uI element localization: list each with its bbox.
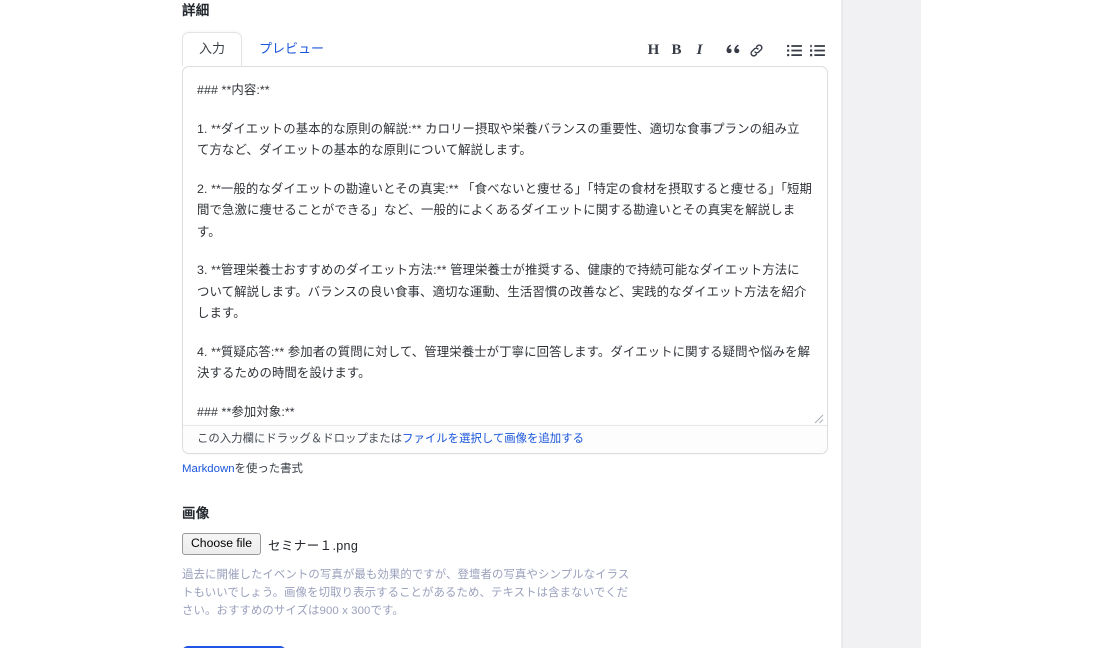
bold-icon[interactable]: B: [665, 39, 688, 61]
select-file-link[interactable]: ファイルを選択して画像を追加する: [402, 433, 584, 445]
link-icon[interactable]: [745, 39, 768, 61]
editor-header: 入力 プレビュー H B I: [182, 32, 830, 66]
image-field-label: 画像: [182, 506, 210, 521]
ordered-list-icon[interactable]: [806, 39, 829, 61]
image-section: 画像 Choose file セミナー１.png 過去に開催したイベントの写真が…: [182, 503, 830, 620]
heading-icon[interactable]: H: [642, 39, 665, 61]
right-side-panel: [843, 0, 921, 648]
file-drop-hint-prefix: この入力欄にドラッグ＆ドロップまたは: [197, 433, 403, 445]
far-right-background: [921, 0, 1096, 648]
quote-icon[interactable]: [722, 39, 745, 61]
markdown-toolbar: H B I: [642, 39, 829, 61]
detail-field-label: 詳細: [182, 3, 210, 18]
textarea-line-6-body: 健康的なダイエットを学びたい人、ダイエットに関する正しい知識を身につけたい人など…: [197, 423, 812, 425]
editor-tabs: 入力 プレビュー: [182, 32, 341, 66]
markdown-help-suffix: を使った書式: [234, 463, 303, 475]
file-input-row: Choose file セミナー１.png: [182, 533, 830, 555]
tab-input[interactable]: 入力: [182, 32, 243, 66]
textarea-line-3: 2. **一般的なダイエットの勘違いとその真実:** 「食べないと痩せる」「特定…: [197, 181, 813, 239]
detail-textarea[interactable]: ### **内容:** 1. **ダイエットの基本的な原則の解説:** カロリー…: [183, 67, 827, 425]
tab-preview[interactable]: プレビュー: [242, 32, 341, 66]
choose-file-button[interactable]: Choose file: [182, 533, 261, 555]
file-drop-hint: この入力欄にドラッグ＆ドロップまたはファイルを選択して画像を追加する: [183, 425, 827, 453]
image-help-text: 過去に開催したイベントの写真が最も効果的ですが、登壇者の写真やシンプルなイラスト…: [182, 569, 630, 617]
italic-icon[interactable]: I: [688, 39, 711, 61]
page-root: 詳細 入力 プレビュー H B I ### **内容:** 1. **ダイエット…: [0, 0, 1096, 648]
selected-file-name: セミナー１.png: [267, 538, 359, 553]
unordered-list-icon[interactable]: [783, 39, 806, 61]
event-form: 詳細 入力 プレビュー H B I ### **内容:** 1. **ダイエット…: [182, 0, 830, 648]
textarea-line-6-heading: ### **参加対象:**: [197, 404, 295, 419]
detail-textarea-wrapper[interactable]: ### **内容:** 1. **ダイエットの基本的な原則の解説:** カロリー…: [182, 66, 828, 454]
textarea-line-5: 4. **質疑応答:** 参加者の質問に対して、管理栄養士が丁寧に回答します。ダ…: [197, 344, 811, 381]
markdown-link[interactable]: Markdown: [182, 463, 235, 475]
textarea-line-4: 3. **管理栄養士おすすめのダイエット方法:** 管理栄養士が推奨する、健康的…: [197, 263, 807, 320]
textarea-line-1: ### **内容:**: [197, 83, 270, 97]
resize-handle-icon[interactable]: [812, 411, 824, 424]
textarea-line-2: 1. **ダイエットの基本的な原則の解説:** カロリー摂取や栄養バランスの重要…: [197, 121, 800, 158]
markdown-help: Markdownを使った書式: [182, 461, 830, 477]
